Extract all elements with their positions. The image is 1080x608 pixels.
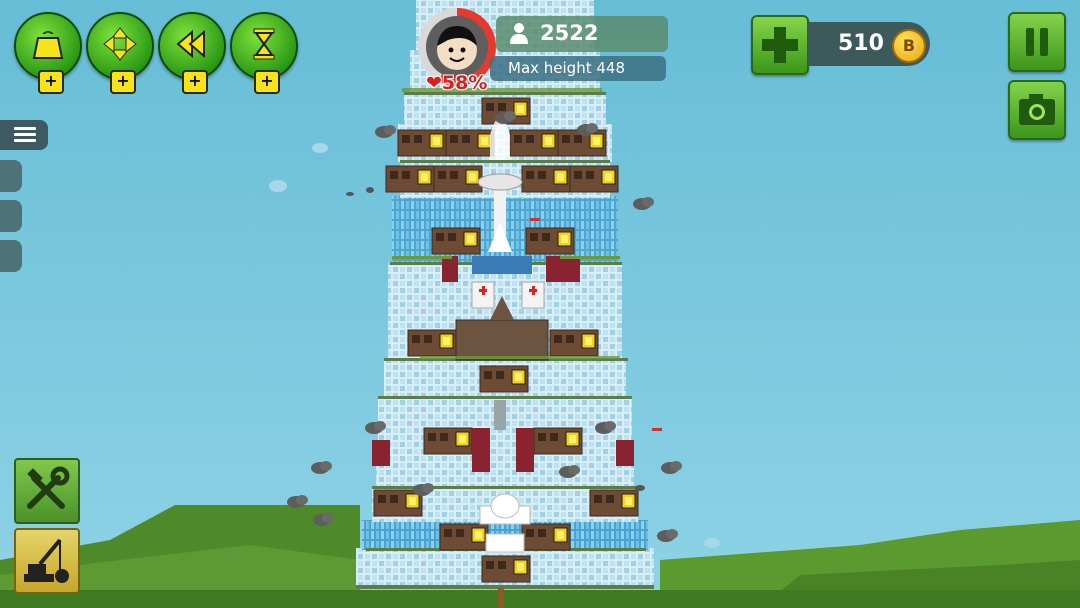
game-scene [0,0,1080,608]
hamburger-icon [14,127,36,142]
mayor-face-icon [437,26,477,70]
coin-icon: B [892,29,926,63]
side-tab-1[interactable] [0,160,22,192]
health-percentage: ❤58% [426,72,488,94]
powerup-plus-badge: + [38,70,64,94]
side-tab-3[interactable] [0,240,22,272]
rewind-icon [176,29,205,59]
weight-icon [32,31,64,59]
coin-value: 510 [838,31,884,56]
hourglass-icon [253,28,275,60]
add-coins-button[interactable] [751,15,809,75]
pause-button[interactable] [1008,12,1066,72]
wrench-hammer-icon [27,466,70,509]
plus-icon [762,27,798,63]
population-value: 2522 [540,21,599,45]
coin-counter: 510 B [808,22,930,66]
mayor-avatar[interactable] [426,16,488,78]
time-powerup-button[interactable]: + [230,12,298,94]
move-arrows-icon [103,27,137,61]
move-powerup-button[interactable]: + [86,12,154,94]
person-icon [510,23,528,44]
side-tab-2[interactable] [0,200,22,232]
camera-icon [1019,94,1055,125]
crane-icon [24,538,69,583]
menu-button[interactable] [0,120,48,150]
rewind-powerup-button[interactable]: + [158,12,226,94]
powerup-plus-badge: + [182,70,208,94]
powerup-plus-badge: + [254,70,280,94]
max-height-label: Max height 448 [508,59,625,77]
max-height-indicator: Max height 448 [490,56,666,81]
crane-button[interactable] [14,528,80,594]
pause-icon [1026,28,1048,56]
powerup-plus-badge: + [110,70,136,94]
weight-powerup-button[interactable]: + [14,12,82,94]
camera-button[interactable] [1008,80,1066,140]
tools-button[interactable] [14,458,80,524]
population-counter: 2522 [496,16,668,52]
